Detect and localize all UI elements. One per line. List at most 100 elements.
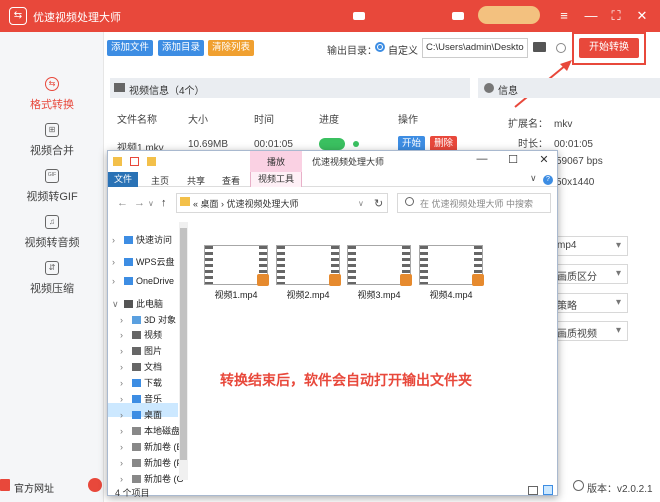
sidebar-item-gif[interactable]: GIF 视频转GIF xyxy=(0,169,104,211)
tree-item-label: WPS云盘 xyxy=(136,257,175,267)
search-icon xyxy=(405,197,414,206)
tree-item[interactable]: › 视频 xyxy=(120,328,162,341)
file-name-label[interactable]: 视频2.mp4 xyxy=(272,288,344,301)
tree-item[interactable]: › 本地磁盘 xyxy=(120,424,180,437)
explorer-title: 优速视频处理大师 xyxy=(312,157,385,167)
tab-file[interactable]: 文件 xyxy=(108,172,138,187)
tree-folder-icon xyxy=(132,427,141,435)
radio-dot xyxy=(378,45,382,49)
expand-arrow-icon[interactable]: › xyxy=(120,315,132,325)
video-thumbnail[interactable] xyxy=(276,245,341,286)
details-view-icon[interactable] xyxy=(528,486,538,495)
tree-folder-icon xyxy=(124,258,133,266)
sidebar-item-compress[interactable]: ⇵ 视频压缩 xyxy=(0,261,104,303)
expand-arrow-icon[interactable]: › xyxy=(112,235,124,245)
info-panel-title: 信息 xyxy=(498,86,518,97)
scrollbar-thumb[interactable] xyxy=(180,228,187,460)
official-site-link[interactable]: 官方网址 xyxy=(14,480,54,495)
row-file-size: 10.69MB xyxy=(188,139,229,150)
info-row: 59067 bps xyxy=(556,156,603,167)
expand-arrow-icon[interactable]: › xyxy=(120,474,132,484)
back-icon[interactable]: ← xyxy=(117,197,128,209)
promo-pill[interactable] xyxy=(478,6,540,24)
add-file-button[interactable]: 添加文件 xyxy=(107,40,154,56)
tree-folder-icon xyxy=(132,331,141,339)
tree-item[interactable]: › 音乐 xyxy=(120,392,162,405)
tab-view[interactable]: 查看 xyxy=(222,174,240,187)
expand-arrow-icon[interactable]: › xyxy=(120,442,132,452)
tab-share[interactable]: 共享 xyxy=(187,174,205,187)
tree-item-label: 新加卷 (E xyxy=(144,442,183,452)
start-convert-button[interactable]: 开始转换 xyxy=(579,38,639,58)
sidebar-item-label: 视频合并 xyxy=(30,145,74,157)
info-row: 时长： 00:01:05 xyxy=(518,139,593,150)
clear-list-button[interactable]: 清除列表 xyxy=(208,40,255,56)
annotation-text: 转换结束后，软件会自动打开输出文件夹 xyxy=(220,372,472,388)
expand-ribbon-icon[interactable]: ∨ xyxy=(530,173,537,184)
video-thumbnail[interactable] xyxy=(204,245,269,286)
file-name-label[interactable]: 视频1.mp4 xyxy=(200,288,272,301)
tree-item[interactable]: › WPS云盘 xyxy=(112,255,175,268)
video-thumbnail[interactable] xyxy=(419,245,484,286)
tree-item[interactable]: › 下载 xyxy=(120,376,162,389)
browse-icon[interactable] xyxy=(556,43,566,53)
tree-item[interactable]: › 文档 xyxy=(120,360,162,373)
tree-folder-icon xyxy=(132,395,141,403)
sidebar-item-audio[interactable]: ♫ 视频转音频 xyxy=(0,215,104,257)
large-icons-view-icon[interactable] xyxy=(543,485,553,495)
expand-arrow-icon[interactable]: › xyxy=(120,458,132,468)
tree-item[interactable]: › 桌面 xyxy=(120,408,162,421)
tree-item[interactable]: › 新加卷 (G xyxy=(120,472,184,485)
tree-item[interactable]: › OneDrive xyxy=(112,276,174,286)
expand-arrow-icon[interactable]: › xyxy=(120,426,132,436)
expand-arrow-icon[interactable]: › xyxy=(120,346,132,356)
tab-play[interactable]: 播放 xyxy=(250,155,302,168)
progress-indicator xyxy=(319,138,345,150)
close-icon[interactable]: ✕ xyxy=(633,7,651,25)
maximize-icon[interactable]: ☐ xyxy=(505,153,521,166)
expand-arrow-icon[interactable]: › xyxy=(112,276,124,286)
info-row: 50x1440 xyxy=(556,177,595,188)
expand-arrow-icon[interactable]: › xyxy=(120,410,132,420)
minimize-icon[interactable]: — xyxy=(474,153,490,165)
tree-folder-icon xyxy=(132,411,141,419)
minimize-icon[interactable]: — xyxy=(582,7,600,25)
expand-arrow-icon[interactable]: › xyxy=(120,378,132,388)
menu-icon[interactable]: ≡ xyxy=(555,7,573,25)
video-list-icon xyxy=(114,83,125,92)
sidebar-item-merge[interactable]: ⊞ 视频合并 xyxy=(0,123,104,165)
tree-item[interactable]: › 新加卷 (F: xyxy=(120,456,185,469)
maximize-icon[interactable]: ⛶ xyxy=(607,7,625,25)
history-dropdown-icon[interactable]: ∨ xyxy=(148,199,154,208)
file-name-label[interactable]: 视频4.mp4 xyxy=(415,288,487,301)
tree-item[interactable]: ∨ 此电脑 xyxy=(112,297,163,310)
item-count-status: 4 个项目 xyxy=(115,488,150,498)
expand-arrow-icon[interactable]: › xyxy=(120,330,132,340)
tree-item[interactable]: › 3D 对象 xyxy=(120,313,176,326)
expand-arrow-icon[interactable]: › xyxy=(112,257,124,267)
expand-arrow-icon[interactable]: › xyxy=(120,394,132,404)
breadcrumb[interactable]: « 桌面 › 优速视频处理大师 xyxy=(193,197,299,210)
up-icon[interactable]: ↑ xyxy=(161,197,167,209)
video-thumbnail[interactable] xyxy=(347,245,412,286)
tree-item[interactable]: › 图片 xyxy=(120,344,162,357)
new-folder-icon[interactable] xyxy=(147,157,156,166)
expand-arrow-icon[interactable]: ∨ xyxy=(112,299,124,310)
tab-home[interactable]: 主页 xyxy=(151,174,169,187)
address-dropdown-icon[interactable]: ∨ xyxy=(358,199,364,208)
expand-arrow-icon[interactable]: › xyxy=(120,362,132,372)
properties-icon[interactable] xyxy=(130,157,139,166)
qq-icon[interactable] xyxy=(88,478,102,492)
tab-video-tools[interactable]: 视频工具 xyxy=(250,172,302,187)
tree-item[interactable]: › 新加卷 (E xyxy=(120,440,183,453)
help-icon[interactable]: ? xyxy=(543,175,553,185)
refresh-icon[interactable]: ↻ xyxy=(374,197,383,210)
file-name-label[interactable]: 视频3.mp4 xyxy=(343,288,415,301)
close-icon[interactable]: ✕ xyxy=(536,153,552,166)
tree-item[interactable]: › 快速访问 xyxy=(112,233,172,246)
forward-icon[interactable]: → xyxy=(134,197,145,209)
open-folder-icon[interactable] xyxy=(533,42,546,52)
tree-item-label: 视频 xyxy=(144,330,163,340)
add-folder-button[interactable]: 添加目录 xyxy=(158,40,205,56)
sidebar-item-format-convert[interactable]: ⇆ 格式转换 xyxy=(0,77,104,119)
